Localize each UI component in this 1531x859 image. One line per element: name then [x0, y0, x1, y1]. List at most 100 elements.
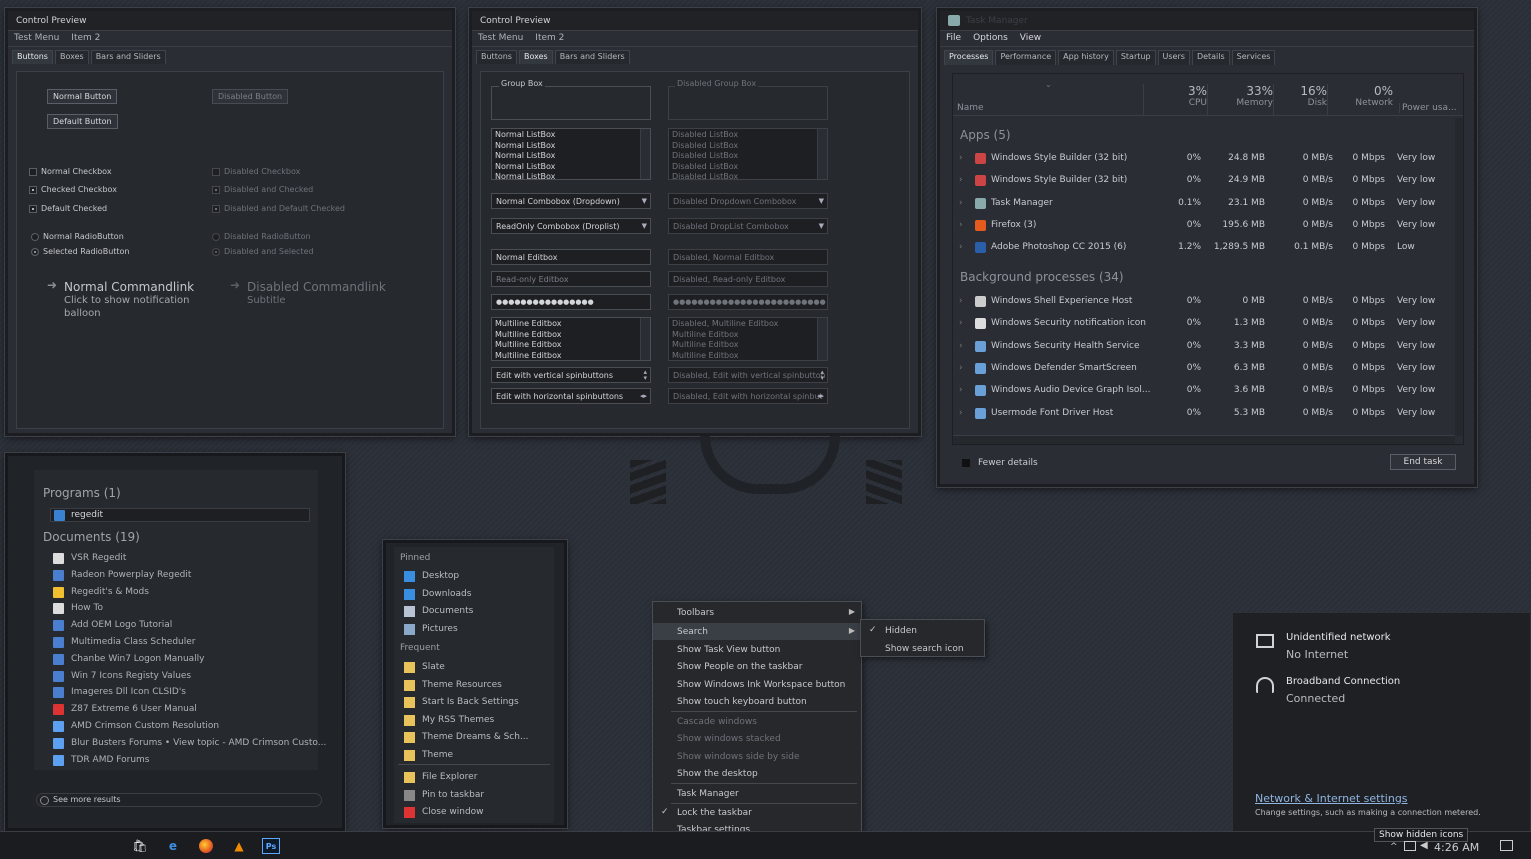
tab-boxes[interactable]: Boxes: [54, 50, 89, 64]
normal-commandlink[interactable]: Normal Commandlink Click to show notific…: [64, 280, 194, 320]
menu-task-manager[interactable]: Task Manager: [653, 785, 861, 802]
expand-chevron-icon[interactable]: ›: [959, 318, 963, 328]
normal-button[interactable]: Normal Button: [47, 89, 118, 104]
listbox-item[interactable]: Normal ListBox: [495, 172, 647, 179]
document-result[interactable]: Radeon Powerplay Regedit: [50, 569, 312, 584]
tab-services[interactable]: Services: [1231, 50, 1276, 65]
menu-options[interactable]: Options: [973, 33, 1008, 44]
menu-show-touch-keyboard[interactable]: Show touch keyboard button: [653, 693, 861, 710]
document-result[interactable]: VSR Regedit: [50, 552, 312, 567]
tab-performance[interactable]: Performance: [995, 50, 1057, 65]
tab-buttons[interactable]: Buttons: [476, 50, 517, 64]
document-result[interactable]: AMD Crimson Custom Resolution: [50, 720, 312, 735]
normal-radio[interactable]: [31, 233, 39, 241]
spin-leftright-icon[interactable]: ◂▸: [640, 392, 647, 400]
process-row[interactable]: › Windows Audio Device Graph Isol... 0% 3.6…: [953, 380, 1463, 402]
document-result[interactable]: Z87 Extreme 6 User Manual: [50, 703, 312, 718]
jumplist-item[interactable]: Close window: [394, 805, 554, 821]
menu-show-ink-workspace[interactable]: Show Windows Ink Workspace button: [653, 676, 861, 693]
store-icon[interactable]: 🛍: [132, 838, 148, 854]
document-result[interactable]: How To: [50, 602, 312, 617]
process-row[interactable]: › Adobe Photoshop CC 2015 (6) 1.2% 1,289.5 …: [953, 237, 1463, 259]
listbox-item[interactable]: Normal ListBox: [495, 151, 647, 162]
tab-buttons[interactable]: Buttons: [12, 50, 53, 64]
tab-startup[interactable]: Startup: [1115, 50, 1156, 65]
expand-chevron-icon[interactable]: ›: [959, 175, 963, 185]
col-power-usage[interactable]: Power usa...: [1399, 103, 1457, 113]
menu-lock-taskbar[interactable]: ✓ Lock the taskbar: [653, 804, 861, 821]
clock[interactable]: 4:26 AM: [1434, 841, 1479, 854]
document-result[interactable]: TDR AMD Forums: [50, 754, 312, 769]
expand-chevron-icon[interactable]: ›: [959, 220, 963, 230]
see-more-results[interactable]: See more results: [36, 793, 322, 807]
end-task-button[interactable]: End task: [1390, 454, 1456, 470]
expand-chevron-icon[interactable]: ›: [959, 242, 963, 252]
tab-boxes[interactable]: Boxes: [518, 50, 553, 64]
horizontal-scrollbar[interactable]: [953, 435, 1455, 444]
document-result[interactable]: Chanbe Win7 Logon Manually: [50, 653, 312, 668]
menu-item2[interactable]: Item 2: [535, 33, 564, 44]
tray-volume-icon[interactable]: ◀: [1420, 840, 1428, 851]
vertical-scrollbar[interactable]: [1455, 118, 1463, 436]
tab-bars-sliders[interactable]: Bars and Sliders: [554, 50, 630, 64]
tab-processes[interactable]: Processes: [944, 50, 994, 65]
jumplist-item[interactable]: Documents: [394, 604, 554, 620]
jumplist-item[interactable]: Pin to taskbar: [394, 788, 554, 804]
document-result[interactable]: Add OEM Logo Tutorial: [50, 619, 312, 634]
vertical-spin-edit[interactable]: Edit with vertical spinbuttons ▴ ▾: [491, 367, 651, 383]
network-settings-link[interactable]: Network & Internet settings: [1255, 792, 1408, 805]
tab-users[interactable]: Users: [1157, 50, 1190, 65]
col-network[interactable]: 0% Network: [1327, 84, 1393, 116]
process-row[interactable]: › Windows Defender SmartScreen 0% 6.3 MB 0 M…: [953, 358, 1463, 380]
menu-item2[interactable]: Item 2: [71, 33, 100, 44]
expand-chevron-icon[interactable]: ›: [959, 198, 963, 208]
menu-show-desktop[interactable]: Show the desktop: [653, 765, 861, 782]
normal-checkbox[interactable]: [29, 168, 37, 176]
menu-toolbars[interactable]: Toolbars ▶: [653, 604, 861, 621]
jumplist-item[interactable]: Start Is Back Settings: [394, 695, 554, 711]
submenu-show-search-icon[interactable]: Show search icon: [861, 640, 984, 657]
collapse-chevron-icon[interactable]: ⌄: [1045, 80, 1052, 89]
menu-test[interactable]: Test Menu: [478, 33, 523, 44]
spin-updown-icon[interactable]: ▴ ▾: [643, 369, 647, 382]
jumplist-item[interactable]: My RSS Themes: [394, 713, 554, 729]
process-row[interactable]: › Windows Style Builder (32 bit) 0% 24.8 MB…: [953, 148, 1463, 170]
normal-editbox[interactable]: Normal Editbox: [491, 249, 651, 265]
chevron-down-icon[interactable]: ▼: [642, 222, 647, 230]
process-row[interactable]: › Windows Shell Experience Host 0% 0 MB 0 MB…: [953, 291, 1463, 313]
jumplist-item[interactable]: Slate: [394, 660, 554, 676]
jumplist-item[interactable]: Theme Dreams & Sch...: [394, 730, 554, 746]
selected-radio[interactable]: [31, 248, 39, 256]
col-cpu[interactable]: 3% CPU: [1143, 84, 1207, 116]
menu-view[interactable]: View: [1020, 33, 1041, 44]
default-checked-checkbox[interactable]: [29, 205, 37, 213]
process-row[interactable]: › Windows Style Builder (32 bit) 0% 24.9 MB…: [953, 170, 1463, 192]
listbox-item[interactable]: Normal ListBox: [495, 162, 647, 173]
jumplist-item[interactable]: Theme: [394, 748, 554, 764]
tab-details[interactable]: Details: [1191, 50, 1230, 65]
jumplist-item[interactable]: File Explorer: [394, 770, 554, 786]
multiline-scrollbar[interactable]: [640, 318, 650, 360]
expand-chevron-icon[interactable]: ›: [959, 296, 963, 306]
edge-icon[interactable]: e: [165, 838, 181, 854]
expand-chevron-icon[interactable]: ›: [959, 408, 963, 418]
process-row[interactable]: › Task Manager 0.1% 23.1 MB 0 MB/s 0 Mbps Very…: [953, 193, 1463, 215]
menu-test[interactable]: Test Menu: [14, 33, 59, 44]
menu-search[interactable]: Search ▶: [653, 623, 861, 640]
normal-listbox[interactable]: Normal ListBox Normal ListBox Normal Lis…: [491, 128, 651, 180]
action-center-icon[interactable]: [1500, 840, 1513, 851]
submenu-hidden[interactable]: ✓ Hidden: [861, 622, 984, 639]
program-result-regedit[interactable]: regedit: [50, 508, 310, 522]
photoshop-icon[interactable]: Ps: [262, 838, 280, 854]
listbox-item[interactable]: Normal ListBox: [495, 141, 647, 152]
multiline-editbox[interactable]: Multiline Editbox Multiline Editbox Mult…: [491, 317, 651, 361]
menu-show-people[interactable]: Show People on the taskbar: [653, 658, 861, 675]
col-name[interactable]: Name: [957, 103, 984, 113]
chevron-down-icon[interactable]: ▼: [642, 197, 647, 205]
combobox-dropdown[interactable]: Normal Combobox (Dropdown) ▼: [491, 193, 651, 209]
expand-chevron-icon[interactable]: ›: [959, 341, 963, 351]
listbox-scrollbar[interactable]: [640, 129, 650, 179]
tab-bars-sliders[interactable]: Bars and Sliders: [90, 50, 166, 64]
jumplist-item[interactable]: Pictures: [394, 622, 554, 638]
document-result[interactable]: Imageres Dll Icon CLSID's: [50, 686, 312, 701]
